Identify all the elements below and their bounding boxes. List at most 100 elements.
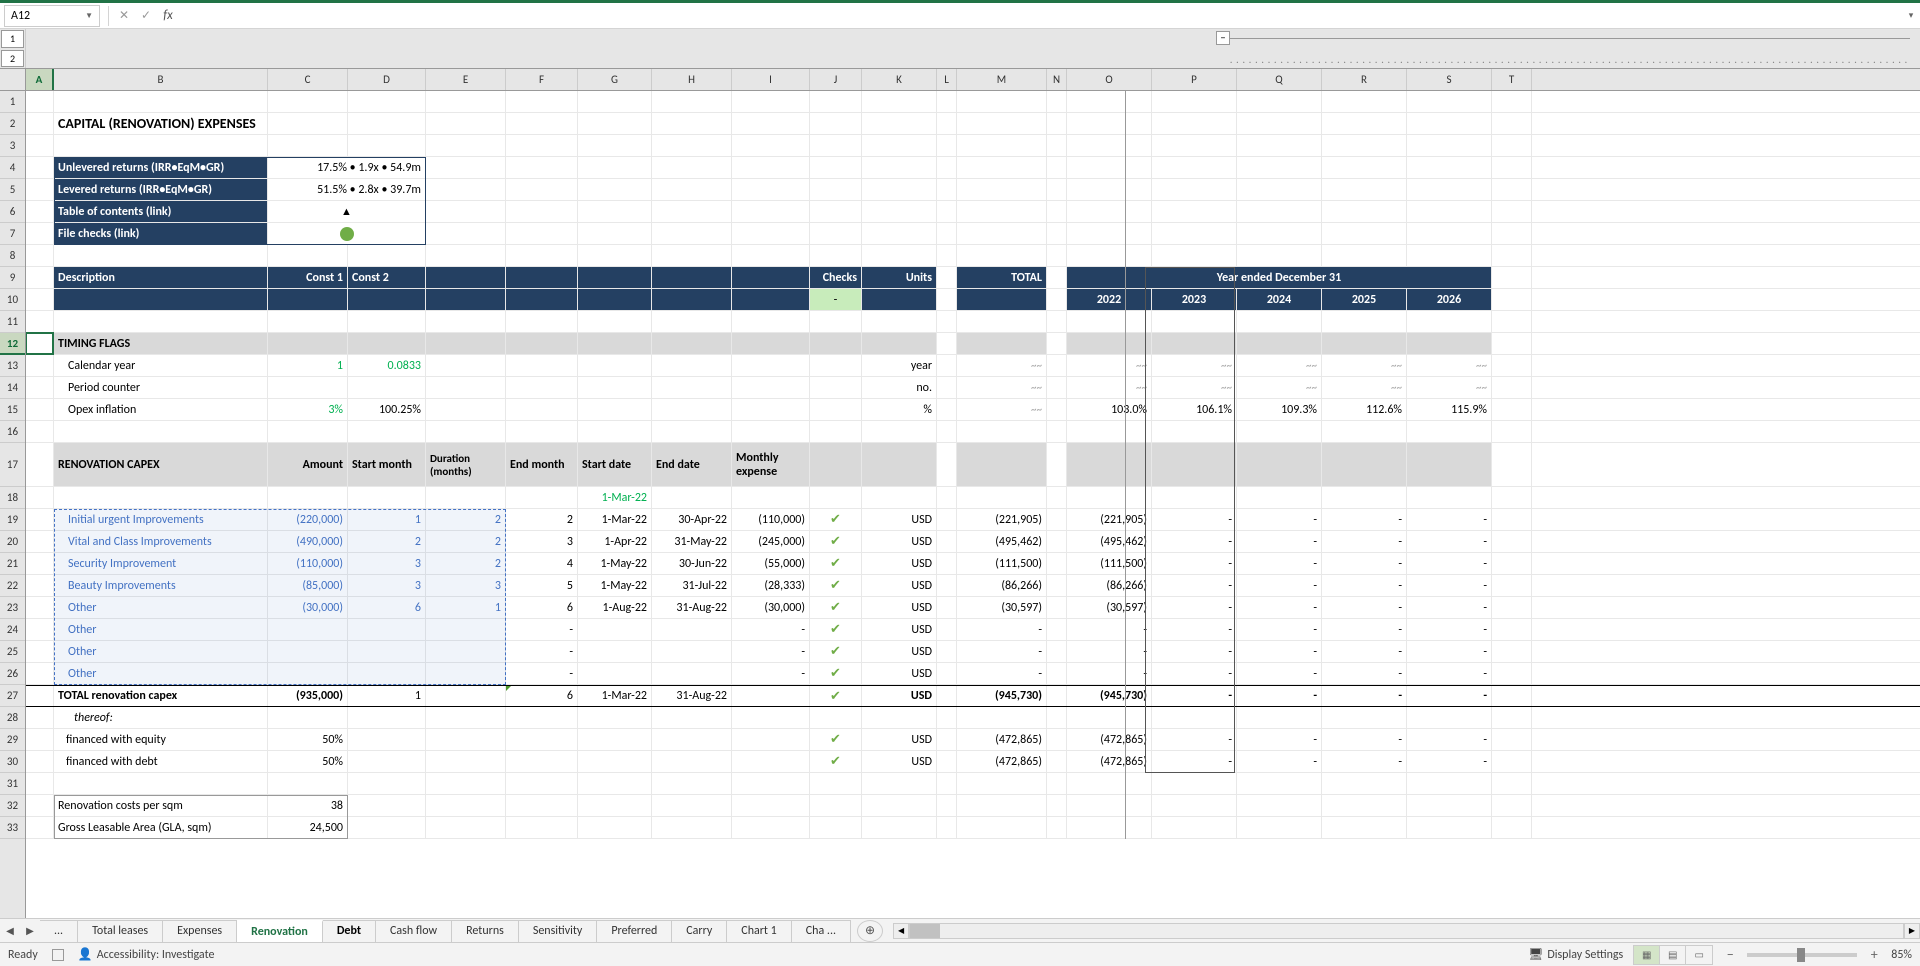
capex-total-amount[interactable]: (935,000) (268, 686, 348, 706)
sheet-tab-cha-[interactable]: Cha ... (792, 920, 851, 942)
row-outline-level-1[interactable]: 1 (1, 30, 24, 48)
capex-hdr-amount[interactable]: Amount (268, 443, 348, 486)
row-header-23[interactable]: 23 (0, 597, 25, 619)
col-header-B[interactable]: B (54, 69, 268, 90)
col-header-K[interactable]: K (862, 69, 937, 90)
equity-check-icon[interactable]: ✔ (810, 729, 862, 750)
capex-hdr-endmonth[interactable]: End month (506, 443, 578, 486)
capex-item-amount[interactable]: (30,000) (268, 597, 348, 618)
sheet-tab-more[interactable]: ... (40, 920, 78, 942)
row-header-2[interactable]: 2 (0, 113, 25, 135)
grid-scroll[interactable]: A B C D E F G H I J K L M N O P Q R S T (26, 69, 1920, 918)
select-all-corner[interactable] (0, 69, 25, 91)
equity-pct[interactable]: 50% (268, 729, 348, 750)
row-header-8[interactable]: 8 (0, 245, 25, 267)
capex-total-sd[interactable]: 1-Mar-22 (578, 686, 652, 706)
capex-total-label[interactable]: TOTAL renovation capex (54, 686, 268, 706)
year-2025[interactable]: 2025 (1322, 289, 1407, 310)
row-header-6[interactable]: 6 (0, 201, 25, 223)
capex-hdr-startmonth[interactable]: Start month (348, 443, 426, 486)
row-header-17[interactable]: 17 (0, 443, 25, 487)
row-header-33[interactable]: 33 (0, 817, 25, 839)
checks-label[interactable]: File checks (link) (54, 223, 268, 244)
hdr-units[interactable]: Units (862, 267, 937, 288)
row-header-20[interactable]: 20 (0, 531, 25, 553)
zoom-out-button[interactable]: − (1723, 946, 1737, 963)
capex-item-amount[interactable]: (490,000) (268, 531, 348, 552)
debt-label[interactable]: financed with debt (54, 751, 268, 772)
capex-item-name[interactable]: Other (54, 641, 268, 662)
capex-hdr-monthly[interactable]: Monthly expense (732, 443, 810, 486)
row-header-26[interactable]: 26 (0, 663, 25, 685)
name-box[interactable]: A12 ▼ (4, 5, 100, 27)
capex-item-amount[interactable]: (110,000) (268, 553, 348, 574)
equity-label[interactable]: financed with equity (54, 729, 268, 750)
unlev-label[interactable]: Unlevered returns (IRR•EqM•GR) (54, 157, 268, 178)
hscroll-track[interactable] (909, 923, 1904, 939)
check-icon[interactable]: ✔ (810, 619, 862, 640)
formula-bar-expand-icon[interactable]: ▾ (1902, 5, 1920, 27)
accessibility-status[interactable]: 👤Accessibility: Investigate (78, 947, 215, 962)
row-header-19[interactable]: 19 (0, 509, 25, 531)
capex-item-amount[interactable]: (220,000) (268, 509, 348, 530)
thereof-label[interactable]: thereof: (54, 707, 268, 728)
check-icon[interactable]: ✔ (810, 531, 862, 552)
row-header-27[interactable]: 27 (0, 685, 25, 707)
check-icon[interactable]: ✔ (810, 553, 862, 574)
zoom-percent[interactable]: 85% (1891, 948, 1912, 962)
col-header-R[interactable]: R (1322, 69, 1407, 90)
capex-total-ed[interactable]: 31-Aug-22 (652, 686, 732, 706)
formula-input[interactable] (179, 5, 1902, 27)
gla-val[interactable]: 24,500 (268, 817, 348, 838)
sheet-nav-next-icon[interactable]: ▶ (20, 920, 40, 942)
hscroll-thumb[interactable] (910, 924, 940, 938)
zoom-slider[interactable] (1747, 953, 1857, 957)
row-header-15[interactable]: 15 (0, 399, 25, 421)
checks-link-icon[interactable] (268, 223, 426, 244)
section-timing[interactable]: TIMING FLAGS (54, 333, 268, 354)
capex-total-check-icon[interactable]: ✔ (810, 686, 862, 706)
hscroll-left-icon[interactable]: ◀ (893, 923, 909, 939)
toc-label[interactable]: Table of contents (link) (54, 201, 268, 222)
capex-total-em[interactable]: 6 (506, 686, 578, 706)
row-header-16[interactable]: 16 (0, 421, 25, 443)
row-header-31[interactable]: 31 (0, 773, 25, 795)
row-header-7[interactable]: 7 (0, 223, 25, 245)
capex-item-name[interactable]: Security Improvement (54, 553, 268, 574)
sheet-tab-chart-1[interactable]: Chart 1 (727, 920, 791, 942)
row-header-5[interactable]: 5 (0, 179, 25, 201)
row-header-24[interactable]: 24 (0, 619, 25, 641)
hdr-const2[interactable]: Const 2 (348, 267, 426, 288)
year-2024[interactable]: 2024 (1237, 289, 1322, 310)
sheet-tab-cash-flow[interactable]: Cash flow (376, 920, 452, 942)
col-header-L[interactable]: L (937, 69, 957, 90)
capex-hdr-duration[interactable]: Duration (months) (426, 443, 506, 486)
col-header-N[interactable]: N (1047, 69, 1067, 90)
sheet-tab-returns[interactable]: Returns (452, 920, 519, 942)
row-header-13[interactable]: 13 (0, 355, 25, 377)
row-header-25[interactable]: 25 (0, 641, 25, 663)
col-header-F[interactable]: F (506, 69, 578, 90)
col-header-J[interactable]: J (810, 69, 862, 90)
per-sqm-val[interactable]: 38 (268, 795, 348, 816)
row-header-21[interactable]: 21 (0, 553, 25, 575)
row-header-10[interactable]: 10 (0, 289, 25, 311)
fx-icon[interactable]: fx (157, 5, 179, 27)
hdr-total[interactable]: TOTAL (957, 267, 1047, 288)
row-header-22[interactable]: 22 (0, 575, 25, 597)
row-header-12[interactable]: 12 (0, 333, 25, 355)
col-header-M[interactable]: M (957, 69, 1047, 90)
sheet-nav-prev-icon[interactable]: ◀ (0, 920, 20, 942)
accept-formula-icon[interactable]: ✓ (135, 5, 157, 27)
capex-item-name[interactable]: Other (54, 663, 268, 684)
sheet-tab-renovation[interactable]: Renovation (237, 920, 323, 942)
zoom-thumb[interactable] (1797, 948, 1805, 962)
sheet-tab-carry[interactable]: Carry (672, 920, 727, 942)
col-header-A[interactable]: A (26, 69, 54, 90)
year-2026[interactable]: 2026 (1407, 289, 1492, 310)
display-settings-button[interactable]: 🖥Display Settings (1528, 947, 1623, 962)
capex-item-amount[interactable] (268, 641, 348, 662)
timing-label[interactable]: Opex inflation (54, 399, 268, 420)
row-header-28[interactable]: 28 (0, 707, 25, 729)
unlev-value[interactable]: 17.5% • 1.9x • 54.9m (268, 157, 426, 178)
